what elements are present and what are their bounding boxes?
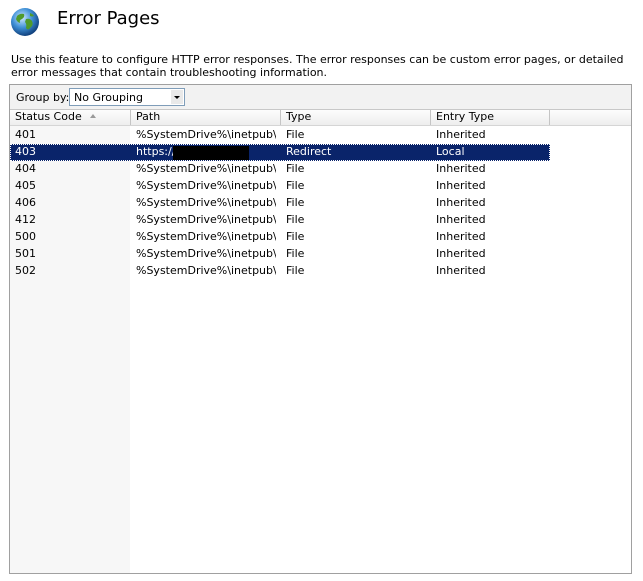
column-header-label: Path <box>136 110 161 123</box>
chevron-down-icon[interactable] <box>171 90 183 104</box>
entry-type-cell: Inherited <box>436 162 486 175</box>
path-cell: %SystemDrive%\inetpub\... <box>136 213 276 226</box>
status-code-cell: 500 <box>15 230 36 243</box>
column-header-type[interactable]: Type <box>281 110 431 125</box>
table-row[interactable]: 406 %SystemDrive%\inetpub\... File Inher… <box>10 195 550 212</box>
type-cell: File <box>286 213 305 226</box>
status-code-cell: 404 <box>15 162 36 175</box>
entry-type-cell: Inherited <box>436 128 486 141</box>
status-code-cell: 501 <box>15 247 36 260</box>
type-cell: File <box>286 247 305 260</box>
entry-type-cell: Inherited <box>436 179 486 192</box>
path-cell: %SystemDrive%\inetpub\... <box>136 247 276 260</box>
type-cell: File <box>286 162 305 175</box>
table-row[interactable]: 501 %SystemDrive%\inetpub\... File Inher… <box>10 246 550 263</box>
status-code-cell: 405 <box>15 179 36 192</box>
column-header-label: Type <box>286 110 312 123</box>
column-header-entry-type[interactable]: Entry Type <box>431 110 550 125</box>
type-cell: Redirect <box>286 145 332 158</box>
type-cell: File <box>286 264 305 277</box>
column-header-path[interactable]: Path <box>131 110 281 125</box>
path-cell: %SystemDrive%\inetpub\... <box>136 230 276 243</box>
globe-icon <box>11 8 39 36</box>
column-header-label: Entry Type <box>436 110 495 123</box>
page-description: Use this feature to configure HTTP error… <box>11 53 624 79</box>
column-header-status-code[interactable]: Status Code <box>10 110 131 125</box>
table-row[interactable]: 502 %SystemDrive%\inetpub\... File Inher… <box>10 263 550 280</box>
status-code-cell: 502 <box>15 264 36 277</box>
status-code-cell: 403 <box>15 145 36 158</box>
redaction-block <box>173 146 249 160</box>
path-cell: %SystemDrive%\inetpub\... <box>136 264 276 277</box>
group-by-bar: Group by: No Grouping <box>10 85 631 110</box>
status-code-cell: 406 <box>15 196 36 209</box>
table-row[interactable]: 404 %SystemDrive%\inetpub\... File Inher… <box>10 161 550 178</box>
path-cell: %SystemDrive%\inetpub\... <box>136 179 276 192</box>
entry-type-cell: Inherited <box>436 196 486 209</box>
list-header: Status Code Path Type Entry Type <box>10 110 631 126</box>
table-row-selected[interactable]: 403 https:// Redirect Local <box>10 144 550 161</box>
sort-ascending-icon <box>89 114 96 118</box>
group-by-label: Group by: <box>16 91 70 104</box>
error-pages-view: Error Pages Use this feature to configur… <box>0 0 643 581</box>
table-row[interactable]: 500 %SystemDrive%\inetpub\... File Inher… <box>10 229 550 246</box>
entry-type-cell: Inherited <box>436 213 486 226</box>
page-title: Error Pages <box>57 8 160 29</box>
path-cell: %SystemDrive%\inetpub\... <box>136 162 276 175</box>
table-row[interactable]: 405 %SystemDrive%\inetpub\... File Inher… <box>10 178 550 195</box>
type-cell: File <box>286 179 305 192</box>
status-code-cell: 412 <box>15 213 36 226</box>
type-cell: File <box>286 128 305 141</box>
error-pages-list: Status Code Path Type Entry Type 401 %Sy… <box>10 110 631 573</box>
group-by-dropdown[interactable]: No Grouping <box>69 88 185 106</box>
type-cell: File <box>286 196 305 209</box>
entry-type-cell: Inherited <box>436 247 486 260</box>
entry-type-cell: Inherited <box>436 230 486 243</box>
entry-type-cell: Inherited <box>436 264 486 277</box>
table-row[interactable]: 412 %SystemDrive%\inetpub\... File Inher… <box>10 212 550 229</box>
path-cell: %SystemDrive%\inetpub\... <box>136 128 276 141</box>
group-by-value: No Grouping <box>74 91 143 104</box>
column-header-label: Status Code <box>15 110 82 123</box>
error-pages-panel: Group by: No Grouping Status Code Path T… <box>9 84 632 574</box>
type-cell: File <box>286 230 305 243</box>
path-cell: %SystemDrive%\inetpub\... <box>136 196 276 209</box>
table-row[interactable]: 401 %SystemDrive%\inetpub\... File Inher… <box>10 127 550 144</box>
entry-type-cell: Local <box>436 145 465 158</box>
status-code-cell: 401 <box>15 128 36 141</box>
